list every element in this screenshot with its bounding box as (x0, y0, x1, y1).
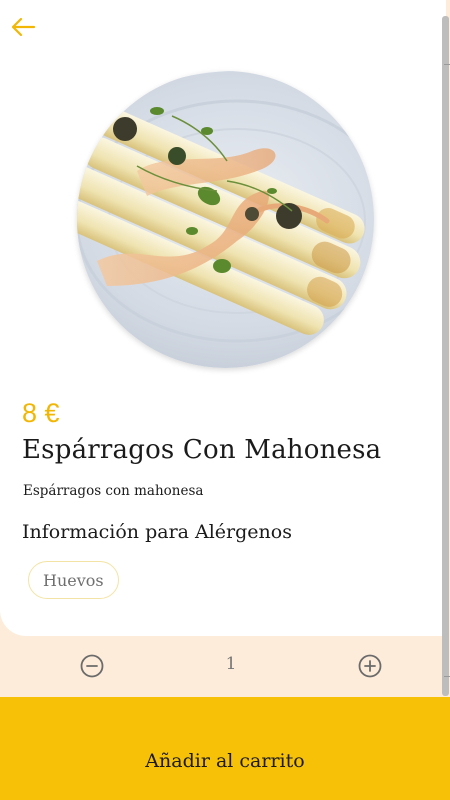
quantity-value: 1 (225, 654, 237, 674)
decrease-button[interactable] (79, 653, 105, 679)
back-button[interactable] (8, 14, 38, 40)
minus-circle-icon (80, 654, 104, 678)
add-to-cart-button[interactable]: Añadir al carrito (0, 697, 450, 800)
add-to-cart-label: Añadir al carrito (145, 749, 305, 772)
increase-button[interactable] (357, 653, 383, 679)
product-description: Espárragos con mahonesa (23, 483, 204, 499)
product-price: 8 € (22, 398, 60, 428)
product-card: 8 € Espárragos Con Mahonesa Espárragos c… (0, 0, 446, 636)
allergen-chip: Huevos (28, 561, 119, 599)
product-name: Espárragos Con Mahonesa (22, 435, 382, 465)
scrollbar[interactable] (442, 16, 449, 696)
allergen-heading: Información para Alérgenos (22, 521, 292, 543)
arrow-left-icon (11, 17, 36, 37)
plus-circle-icon (358, 654, 382, 678)
scrollbar-tick (444, 64, 450, 65)
product-image (77, 71, 374, 368)
